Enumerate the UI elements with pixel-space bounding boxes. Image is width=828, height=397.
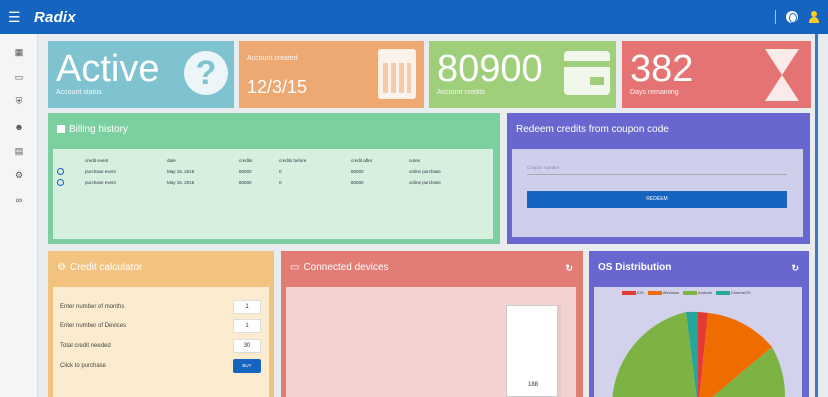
- total-value: 30: [233, 339, 261, 353]
- coupon-input[interactable]: Coupon number: [527, 161, 787, 175]
- panel-title: Billing history: [69, 123, 128, 135]
- divider: [775, 10, 776, 24]
- scrollbar[interactable]: [815, 34, 818, 397]
- panel-title: Redeem credits from coupon code: [516, 123, 669, 135]
- days-remaining-tile: 382 Days remaining: [622, 41, 811, 108]
- table-header-row: credit event date credits credits before…: [57, 155, 479, 166]
- globe-icon[interactable]: [786, 11, 798, 23]
- account-created-tile: Account created 12/3/15: [239, 41, 424, 108]
- months-input[interactable]: 1: [233, 300, 261, 314]
- panel-title: OS Distribution: [598, 261, 672, 273]
- brand-logo[interactable]: Radix: [34, 9, 76, 26]
- billing-history-panel: Billing history credit event date credit…: [48, 113, 500, 244]
- column-header: notes: [409, 158, 421, 163]
- tile-value: 382: [630, 48, 694, 90]
- cell-notes: online purchase: [409, 180, 441, 185]
- devices-label: Enter number of Devices: [60, 323, 127, 329]
- menu-icon[interactable]: ☰: [8, 10, 24, 24]
- redeem-button[interactable]: REDEEM: [527, 191, 787, 208]
- users-icon[interactable]: ☻: [12, 121, 26, 133]
- cell-event: purchase event: [85, 169, 116, 174]
- link-icon[interactable]: ∞: [12, 194, 26, 206]
- billing-icon[interactable]: ▤: [12, 145, 26, 157]
- tile-label: Days remaining: [630, 89, 679, 96]
- shield-icon[interactable]: ⛨: [12, 95, 26, 107]
- months-label: Enter number of months: [60, 304, 125, 310]
- total-label: Total credit needed: [60, 343, 111, 349]
- tile-value: 80900: [437, 48, 543, 90]
- settings-icon[interactable]: ⚙: [12, 169, 26, 181]
- connected-devices-panel: ▭ Connected devices ↻ 188: [281, 251, 583, 397]
- buy-button[interactable]: BUY: [233, 359, 261, 373]
- billing-table-container: credit event date credits credits before…: [53, 149, 493, 239]
- cell-credits: 80000: [239, 169, 252, 174]
- column-header: date: [167, 158, 176, 163]
- bar-label: 188: [527, 382, 538, 388]
- dashboard-icon[interactable]: ▦: [12, 46, 26, 58]
- refresh-icon[interactable]: ↻: [791, 263, 799, 274]
- tile-label: Account credits: [437, 89, 485, 96]
- redeem-coupon-panel: Redeem credits from coupon code Coupon n…: [507, 113, 810, 244]
- sidebar: ▦ ▭ ⛨ ☻ ▤ ⚙ ∞: [0, 34, 38, 397]
- cell-event: purchase event: [85, 180, 116, 185]
- panel-header: Redeem credits from coupon code: [507, 113, 810, 145]
- panel-title: Credit calculator: [69, 261, 143, 273]
- cell-after: 80000: [351, 169, 364, 174]
- chart-bar: 188: [506, 305, 558, 397]
- panel-header: ▭ Connected devices: [281, 251, 583, 283]
- cell-credits: 80000: [239, 180, 252, 185]
- cell-date: May 15, 2016: [167, 180, 195, 185]
- os-chart: iOS Windows Android ChromeOS: [594, 287, 802, 397]
- os-distribution-panel: OS Distribution ↻ iOS Windows Android Ch…: [589, 251, 809, 397]
- calculator-icon: ⚙: [57, 261, 66, 273]
- devices-icon[interactable]: ▭: [12, 71, 26, 83]
- hourglass-icon: [765, 49, 799, 101]
- question-icon: ?: [184, 51, 228, 95]
- panel-header: ⚙ Credit calculator: [48, 251, 274, 283]
- column-header: credits: [239, 158, 253, 163]
- tile-label: Account status: [56, 89, 102, 96]
- list-icon: [57, 125, 65, 133]
- cell-after: 80000: [351, 180, 364, 185]
- top-app-bar: ☰ Radix: [0, 0, 828, 34]
- tile-value: Active: [56, 48, 160, 90]
- devices-input[interactable]: 1: [233, 319, 261, 333]
- cell-date: May 15, 2016: [167, 169, 195, 174]
- history-icon: [57, 178, 64, 186]
- column-header: credits before: [279, 158, 307, 163]
- user-icon[interactable]: [808, 11, 820, 23]
- devices-icon: ▭: [290, 261, 300, 273]
- panel-header: OS Distribution: [589, 251, 809, 283]
- cell-before: 0: [279, 169, 282, 174]
- panel-header: Billing history: [48, 113, 500, 145]
- table-row[interactable]: purchase event May 15, 2016 80000 0 8000…: [57, 166, 479, 177]
- topbar-actions: [775, 0, 820, 34]
- tile-value: 12/3/15: [247, 77, 308, 97]
- account-credits-tile: 80900 Account credits: [429, 41, 616, 108]
- history-icon: [57, 167, 64, 175]
- column-header: credit after: [351, 158, 373, 163]
- refresh-icon[interactable]: ↻: [565, 263, 573, 274]
- cell-notes: online purchase: [409, 169, 441, 174]
- tile-label: Account created: [247, 55, 298, 62]
- devices-chart: 188: [286, 287, 576, 397]
- calculator-form: Enter number of months 1 Enter number of…: [53, 287, 269, 397]
- purchase-label: Click to purchase: [60, 363, 107, 369]
- account-status-tile: Active Account status ?: [48, 41, 234, 108]
- column-header: credit event: [85, 158, 109, 163]
- redeem-form: Coupon number REDEEM: [512, 149, 803, 237]
- pie-chart: [612, 311, 785, 397]
- table-row[interactable]: purchase event May 15, 2016 80000 0 8000…: [57, 177, 479, 188]
- panel-title: Connected devices: [303, 261, 389, 273]
- billing-table: credit event date credits credits before…: [57, 155, 479, 188]
- credit-card-icon: [564, 51, 610, 95]
- cell-before: 0: [279, 180, 282, 185]
- credit-calculator-panel: ⚙ Credit calculator Enter number of mont…: [48, 251, 274, 397]
- calendar-icon: [378, 49, 416, 99]
